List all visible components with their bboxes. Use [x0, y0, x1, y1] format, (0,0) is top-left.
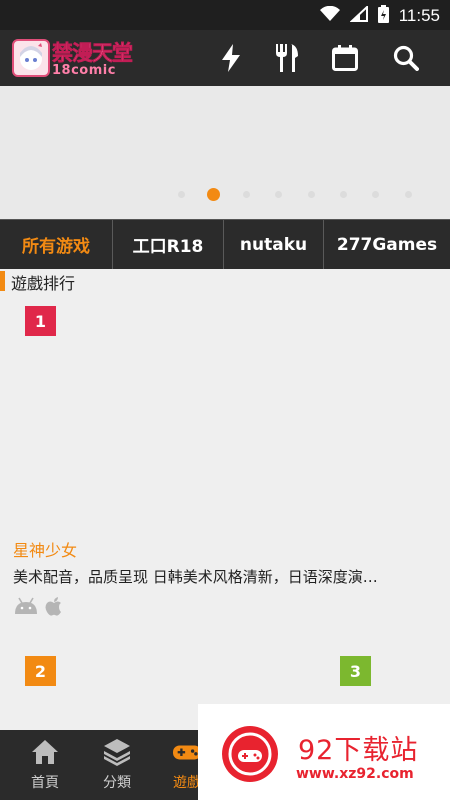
- logo-subtitle: 18comic: [52, 63, 116, 78]
- flash-button[interactable]: [215, 42, 247, 74]
- carousel-dot[interactable]: [340, 191, 347, 198]
- status-bar: 11:55: [0, 0, 450, 30]
- carousel-dot[interactable]: [178, 191, 185, 198]
- status-time: 11:55: [398, 6, 440, 25]
- calendar-icon: [332, 45, 358, 71]
- apple-icon: [45, 597, 63, 621]
- watermark-overlay: 92下载站 www.xz92.com: [198, 704, 450, 800]
- nav-categories[interactable]: 分類: [82, 730, 152, 800]
- carousel-dot[interactable]: [308, 191, 315, 198]
- layers-icon: [103, 738, 131, 766]
- signal-icon: [349, 4, 368, 26]
- nav-home-label: 首頁: [31, 775, 59, 791]
- tab-277games[interactable]: 277Games: [324, 220, 450, 269]
- search-button[interactable]: [390, 42, 422, 74]
- android-icon: [13, 597, 39, 621]
- watermark-url: www.xz92.com: [296, 766, 414, 782]
- tab-r18[interactable]: 工口R18: [113, 220, 224, 269]
- nav-home[interactable]: 首頁: [10, 730, 80, 800]
- tab-all-games[interactable]: 所有游戏: [0, 220, 113, 269]
- game-description: 美术配音，品质呈现 日韩美术风格清新，日语深度演…: [13, 568, 378, 586]
- tab-nutaku[interactable]: nutaku: [224, 220, 324, 269]
- status-icons: 11:55: [319, 4, 440, 27]
- gamepad-icon: [173, 738, 201, 766]
- watermark-logo: [222, 726, 278, 782]
- watermark-title: 92下载站: [298, 735, 419, 766]
- rank-badge-2: 2: [25, 656, 56, 686]
- game-title[interactable]: 星神少女: [13, 537, 77, 561]
- battery-icon: [377, 5, 389, 27]
- nav-categories-label: 分類: [103, 775, 131, 791]
- platform-icons: [13, 597, 63, 621]
- food-button[interactable]: [271, 42, 303, 74]
- carousel-dot[interactable]: [243, 191, 250, 198]
- section-header: 遊戲排行: [0, 269, 450, 293]
- search-icon: [393, 45, 419, 71]
- wifi-icon: [319, 5, 340, 26]
- carousel-dot[interactable]: [275, 191, 282, 198]
- flash-icon: [222, 44, 240, 72]
- utensils-icon: [276, 44, 298, 72]
- rank-badge-1: 1: [25, 306, 56, 336]
- carousel-dot-active[interactable]: [207, 188, 220, 201]
- carousel-dot[interactable]: [405, 191, 412, 198]
- logo-avatar: [12, 39, 50, 77]
- section-accent-bar: [0, 271, 5, 291]
- carousel-dot[interactable]: [372, 191, 379, 198]
- game-category-tabs: 所有游戏 工口R18 nutaku 277Games: [0, 219, 450, 269]
- section-title: 遊戲排行: [11, 274, 76, 293]
- app-bar: 禁漫天堂 18comic: [0, 30, 450, 86]
- calendar-button[interactable]: [329, 42, 361, 74]
- home-icon: [31, 738, 59, 766]
- carousel-indicator: [0, 187, 450, 201]
- app-logo[interactable]: 禁漫天堂 18comic: [12, 39, 140, 79]
- rank-badge-3: 3: [340, 656, 371, 686]
